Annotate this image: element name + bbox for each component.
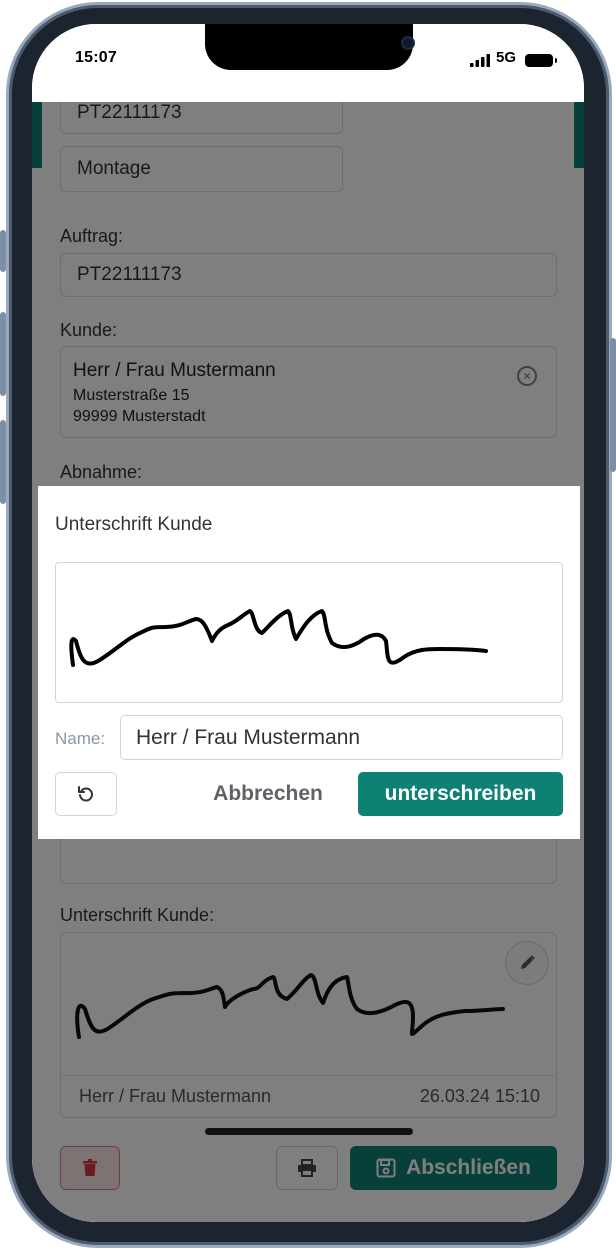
volume-up-button: [0, 312, 6, 396]
mute-switch: [0, 230, 6, 272]
signal-bars-icon: [470, 54, 490, 67]
home-indicator[interactable]: [205, 1128, 413, 1135]
sign-button[interactable]: unterschreiben: [358, 772, 563, 816]
status-bar: 15:07 5G: [32, 24, 584, 102]
power-button: [610, 338, 616, 472]
signature-drawing: [69, 609, 488, 667]
cancel-button[interactable]: Abbrechen: [198, 772, 338, 816]
battery-icon: [525, 54, 557, 67]
undo-icon: [78, 786, 93, 802]
network-type: 5G: [496, 49, 517, 66]
name-label: Name:: [55, 729, 106, 748]
volume-down-button: [0, 420, 6, 504]
phone-screen: 15:07 5G PT22111173 Montage Auftrag: PT2…: [32, 24, 584, 1222]
status-time: 15:07: [75, 49, 117, 66]
camera-icon: [401, 36, 415, 50]
notch: [205, 24, 415, 70]
undo-button[interactable]: [55, 772, 117, 816]
modal-title: Unterschrift Kunde: [55, 514, 213, 535]
signer-name-input[interactable]: [120, 715, 563, 760]
signature-pad[interactable]: [55, 562, 563, 703]
signature-modal: Unterschrift Kunde Name: Abbrechen unter…: [38, 486, 580, 839]
